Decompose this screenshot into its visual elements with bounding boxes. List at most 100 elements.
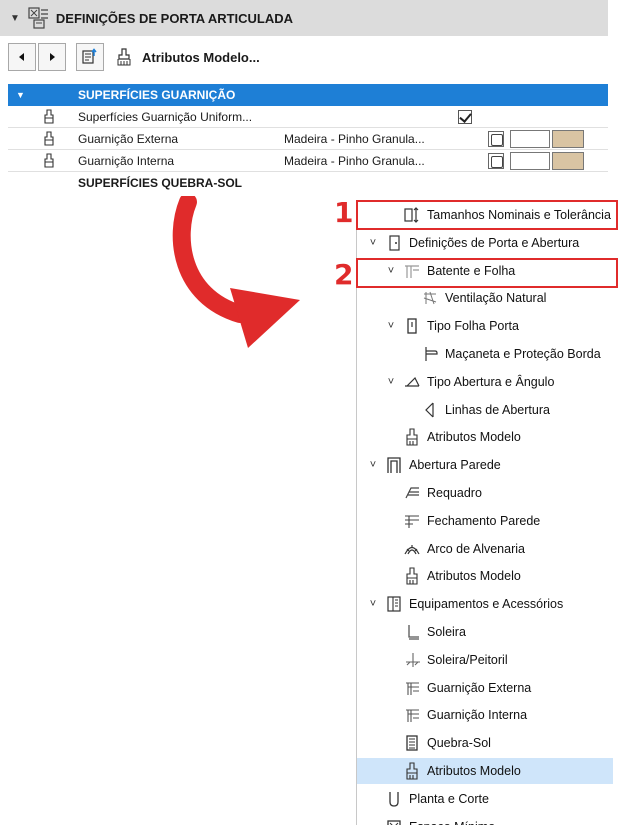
tree-item[interactable]: Guarnição Externa bbox=[357, 675, 613, 701]
threshold-icon bbox=[408, 625, 419, 640]
tree-item-label: Planta e Corte bbox=[409, 791, 489, 806]
list-arrow-icon bbox=[82, 48, 97, 64]
tree-item[interactable]: Maçaneta e Proteção Borda bbox=[357, 341, 613, 367]
tree-item-label: Atributos Modelo bbox=[427, 764, 521, 778]
surface-swatch-white[interactable] bbox=[510, 129, 550, 148]
equipment-icon bbox=[387, 596, 401, 612]
tree-item[interactable]: Soleira bbox=[357, 619, 613, 645]
chevron-down-icon[interactable]: ˅ bbox=[385, 376, 397, 388]
section-caret-icon[interactable]: ▼ bbox=[8, 90, 78, 100]
casing-icon bbox=[406, 682, 419, 695]
door-leaf-icon bbox=[407, 318, 417, 334]
tree-item-label: Linhas de Abertura bbox=[445, 402, 550, 417]
reveal-icon bbox=[405, 487, 419, 499]
annotation-number-1: 1 bbox=[334, 196, 354, 229]
uniform-surfaces-checkbox[interactable] bbox=[458, 109, 472, 124]
tree-item[interactable]: ˅ Definições de Porta e Abertura bbox=[357, 230, 613, 256]
tree-item-label: Maçaneta e Proteção Borda bbox=[445, 347, 601, 361]
tree-item[interactable]: Requadro bbox=[357, 480, 613, 506]
highlight-box-1 bbox=[356, 200, 618, 230]
tree-item-label: Soleira bbox=[427, 625, 466, 639]
collapse-caret-icon[interactable]: ▼ bbox=[10, 13, 20, 24]
row-value[interactable]: Madeira - Pinho Granula... bbox=[284, 132, 488, 146]
next-button[interactable] bbox=[38, 43, 66, 71]
chevron-down-icon[interactable]: ˅ bbox=[367, 459, 379, 471]
brush-icon bbox=[117, 48, 131, 66]
arrow-right-icon bbox=[50, 53, 55, 61]
brush-icon bbox=[406, 567, 418, 585]
arrow-left-icon bbox=[19, 53, 24, 61]
clearance-icon bbox=[387, 819, 401, 825]
sill-icon bbox=[406, 652, 420, 667]
door-settings-icon bbox=[28, 7, 48, 29]
row-value[interactable]: Madeira - Pinho Granula... bbox=[284, 154, 488, 168]
row-name: Guarnição Externa bbox=[78, 131, 179, 146]
wall-opening-icon bbox=[387, 457, 401, 474]
door-settings-icon bbox=[389, 235, 400, 251]
material-picker-icon[interactable] bbox=[488, 130, 504, 147]
tree-item-label: Atributos Modelo bbox=[427, 569, 521, 584]
tree-item[interactable]: ˅ Equipamentos e Acessórios bbox=[357, 591, 613, 617]
surface-swatch-white[interactable] bbox=[510, 151, 550, 170]
brush-icon bbox=[44, 152, 54, 168]
tree-item[interactable]: ˅ Tipo Folha Porta bbox=[357, 313, 613, 339]
tree-item-label: Quebra-Sol bbox=[427, 736, 491, 751]
surface-swatch-tan[interactable] bbox=[552, 151, 584, 170]
tree-item[interactable]: Atributos Modelo bbox=[357, 758, 613, 784]
section-title: SUPERFÍCIES QUEBRA-SOL bbox=[78, 176, 243, 190]
chevron-down-icon[interactable]: ˅ bbox=[367, 598, 379, 610]
section-header-sunshade-surfaces[interactable]: SUPERFÍCIES QUEBRA-SOL bbox=[8, 172, 608, 194]
material-picker-icon[interactable] bbox=[488, 152, 504, 169]
table-row[interactable]: Superfícies Guarnição Uniform... bbox=[8, 106, 608, 128]
table-row[interactable]: Guarnição Externa Madeira - Pinho Granul… bbox=[8, 128, 608, 150]
annotation-number-2: 2 bbox=[334, 258, 354, 291]
tree-item-label: Espaço Mínimo bbox=[409, 820, 495, 825]
tree-item-label: Fechamento Parede bbox=[427, 513, 541, 528]
panel-header[interactable]: ▼ DEFINIÇÕES DE PORTA ARTICULADA bbox=[0, 0, 608, 36]
section-header-trim-surfaces[interactable]: ▼ SUPERFÍCIES GUARNIÇÃO bbox=[8, 84, 608, 106]
tree-item-label: Abertura Parede bbox=[409, 458, 501, 473]
tree-toggle-button[interactable] bbox=[76, 43, 104, 71]
wall-closure-icon bbox=[405, 515, 419, 528]
tree-item-label: Guarnição Externa bbox=[427, 680, 532, 695]
tree-item-label: Arco de Alvenaria bbox=[427, 541, 525, 556]
tree-item[interactable]: Quebra-Sol bbox=[357, 730, 613, 756]
tree-item-label: Soleira/Peitoril bbox=[427, 652, 508, 667]
sunshade-icon bbox=[406, 735, 418, 751]
tree-item[interactable]: Atributos Modelo bbox=[357, 424, 613, 450]
tree-item[interactable]: Arco de Alvenaria bbox=[357, 536, 613, 562]
red-arrow-graphic bbox=[172, 196, 300, 348]
toolbar: Atributos Modelo... bbox=[0, 38, 608, 76]
tree-item-label: Tipo Folha Porta bbox=[427, 319, 519, 334]
tree-item[interactable]: Ventilação Natural bbox=[357, 285, 613, 311]
brush-icon bbox=[406, 762, 418, 780]
row-name: Guarnição Interna bbox=[78, 153, 175, 168]
tree-item-label: Tipo Abertura e Ângulo bbox=[427, 374, 555, 389]
prev-button[interactable] bbox=[8, 43, 36, 71]
toolbar-label: Atributos Modelo... bbox=[142, 49, 260, 65]
handle-icon bbox=[425, 347, 438, 361]
tree-item-label: Atributos Modelo bbox=[427, 430, 521, 445]
tree-item[interactable]: ˅ Tipo Abertura e Ângulo bbox=[357, 369, 613, 395]
tree-item-label: Ventilação Natural bbox=[445, 291, 547, 306]
arch-icon bbox=[404, 544, 420, 554]
settings-tree: Tamanhos Nominais e Tolerância ˅ Definiçõe… bbox=[356, 200, 613, 825]
tree-item[interactable]: Soleira/Peitoril bbox=[357, 647, 613, 673]
tree-item[interactable]: ˅ Abertura Parede bbox=[357, 452, 613, 478]
chevron-down-icon[interactable]: ˅ bbox=[385, 320, 397, 332]
table-row[interactable]: Guarnição Interna Madeira - Pinho Granul… bbox=[8, 150, 608, 172]
chevron-down-icon[interactable]: ˅ bbox=[367, 237, 379, 249]
surface-swatch-tan[interactable] bbox=[552, 129, 584, 148]
brush-icon bbox=[406, 428, 418, 446]
tree-item[interactable]: Fechamento Parede bbox=[357, 508, 613, 534]
tree-item[interactable]: Atributos Modelo bbox=[357, 563, 613, 589]
casing-icon bbox=[406, 709, 419, 723]
tree-item[interactable]: Linhas de Abertura bbox=[357, 397, 613, 423]
tree-item-label: Guarnição Interna bbox=[427, 708, 528, 723]
surfaces-table: ▼ SUPERFÍCIES GUARNIÇÃO Superfícies Guar… bbox=[8, 84, 608, 194]
row-name: Superfícies Guarnição Uniform... bbox=[78, 109, 253, 124]
tree-item[interactable]: Guarnição Interna bbox=[357, 702, 613, 728]
tree-item[interactable]: Planta e Corte bbox=[357, 786, 613, 812]
tree-item[interactable]: Espaço Mínimo bbox=[357, 814, 613, 825]
section-title: SUPERFÍCIES GUARNIÇÃO bbox=[78, 88, 236, 102]
